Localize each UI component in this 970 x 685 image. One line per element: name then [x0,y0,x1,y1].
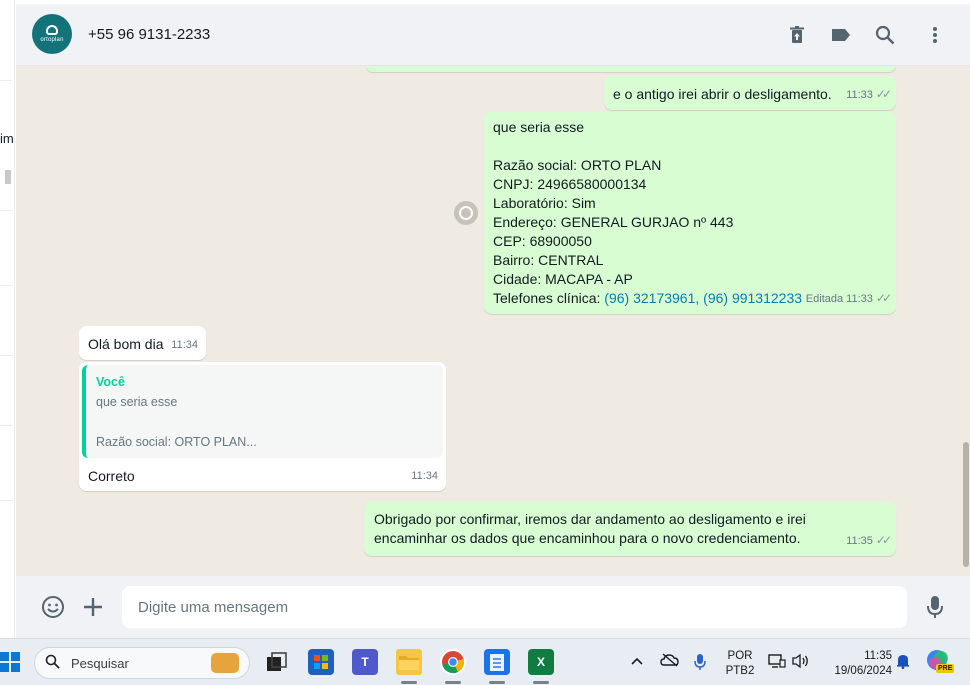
divider [0,80,12,81]
file-explorer-icon[interactable] [396,649,422,675]
smiley-icon [459,206,473,220]
divider [0,285,12,286]
windows-start-icon[interactable] [0,652,20,672]
message-time: 11:34 [411,470,438,482]
emoji-icon[interactable] [40,594,66,620]
phones-label: Telefones clínica: [493,290,605,306]
onedrive-offline-icon[interactable] [660,653,680,671]
taskbar-indicator [445,681,461,684]
quote-line: Razão social: ORTO PLAN... [96,435,257,449]
message-input[interactable] [122,586,907,628]
message-meta: Editada 11:33 ✓✓ [805,289,892,309]
clock-time: 11:35 [864,650,892,662]
teams-icon[interactable]: T [352,649,378,675]
scrollbar-thumb[interactable] [963,442,969,567]
double-check-icon: ✓✓ [875,87,892,101]
avatar-logo-text: ortoplan [40,37,64,43]
delete-icon[interactable] [786,24,808,46]
message-line: que seria esse [493,119,585,135]
clock-date: 19/06/2024 [834,665,892,677]
chat-list-scrollbar[interactable] [5,170,11,184]
divider [0,210,12,211]
reaction-emoji-button[interactable] [454,201,478,225]
message-line-blank [493,137,887,156]
taskbar-search[interactable]: Pesquisar [34,647,250,679]
message-time: 11:33 [846,89,873,101]
excel-icon[interactable]: X [528,649,554,675]
search-icon[interactable] [874,24,896,46]
notepad-icon[interactable] [484,649,510,675]
message-line: Razão social: ORTO PLAN [493,157,662,173]
quoted-message[interactable]: Você que seria esse Razão social: ORTO P… [82,365,443,458]
task-view-icon[interactable] [264,649,290,675]
message-line: Endereço: GENERAL GURJAO nº 443 [493,214,734,230]
search-label: Pesquisar [71,656,129,671]
message-text: Correto [88,468,135,484]
message-time: 11:35 [846,535,873,547]
quote-author: Você [96,375,125,389]
quote-line: que seria esse [96,395,178,409]
microphone-icon[interactable] [694,653,706,675]
copilot-badge: PRE [936,664,955,673]
tooth-icon [46,25,58,35]
message-composer [16,576,970,638]
message-meta: 11:35 ✓✓ [846,531,892,551]
message-line: Cidade: MACAPA - AP [493,271,633,287]
volume-icon[interactable] [792,653,810,673]
message-bubble-incoming[interactable]: Olá bom dia 11:34 [79,326,206,360]
divider [0,355,12,356]
more-vert-icon[interactable] [924,24,946,46]
language-code: POR [727,650,753,662]
system-clock[interactable]: 11:35 19/06/2024 [822,649,892,679]
message-bubble-incoming[interactable]: Você que seria esse Razão social: ORTO P… [79,362,446,491]
message-line: Obrigado por confirmar, iremos dar andam… [374,511,806,527]
attach-plus-icon[interactable] [80,594,106,620]
divider [0,425,12,426]
message-meta: 11:33 ✓✓ [846,85,892,105]
message-line: CNPJ: 24966580000134 [493,176,647,192]
edited-label: Editada [805,293,844,305]
message-bubble-outgoing[interactable]: e o antigo irei abrir o desligamento. 11… [604,76,896,110]
notification-bell-icon[interactable] [896,653,910,673]
chat-header: ortoplan +55 96 9131-2233 [16,4,970,66]
keyboard-language[interactable]: POR PTB2 [722,649,758,679]
contact-name[interactable]: +55 96 9131-2233 [88,26,210,43]
message-text: Olá bom dia [88,336,164,352]
message-line: Bairro: CENTRAL [493,252,604,268]
label-icon[interactable] [830,24,852,46]
network-icon[interactable] [768,653,786,673]
message-time: 11:34 [171,339,198,351]
search-icon [45,654,60,673]
chat-list-pane: im [0,0,15,638]
contact-avatar[interactable]: ortoplan [32,14,72,54]
conversation-panel: e o antigo irei abrir o desligamento. 11… [16,66,962,576]
message-text: e o antigo irei abrir o desligamento. [613,86,832,102]
taskbar-indicator [401,681,417,684]
microsoft-store-icon[interactable] [308,649,334,675]
message-bubble-outgoing[interactable]: que seria esse Razão social: ORTO PLAN C… [484,112,896,314]
message-line: Laboratório: Sim [493,195,596,211]
double-check-icon: ✓✓ [875,291,892,305]
divider [0,500,12,501]
microphone-icon[interactable] [922,594,948,620]
windows-taskbar: Pesquisar T X POR PTB2 11:35 19/06/2024 [0,638,970,685]
message-line: CEP: 68900050 [493,233,592,249]
message-bubble-cut [366,66,896,72]
copilot-icon[interactable]: PRE [926,649,955,675]
message-time: 11:33 [846,293,873,305]
chrome-icon[interactable] [440,649,466,675]
phones-link[interactable]: (96) 32173961, (96) 991312233 [604,290,802,306]
double-check-icon: ✓✓ [875,533,892,547]
search-highlight-icon [211,653,239,673]
chat-list-fragment: im [0,131,14,146]
taskbar-indicator [533,681,549,684]
chevron-up-icon[interactable] [630,653,644,670]
keyboard-layout: PTB2 [725,665,755,677]
taskbar-indicator [489,681,505,684]
message-bubble-outgoing[interactable]: Obrigado por confirmar, iremos dar andam… [364,502,896,556]
quote-line-blank [96,412,433,432]
conversation-scrollbar[interactable] [962,66,970,576]
message-line: encaminhar os dados que encaminhou para … [374,530,801,546]
